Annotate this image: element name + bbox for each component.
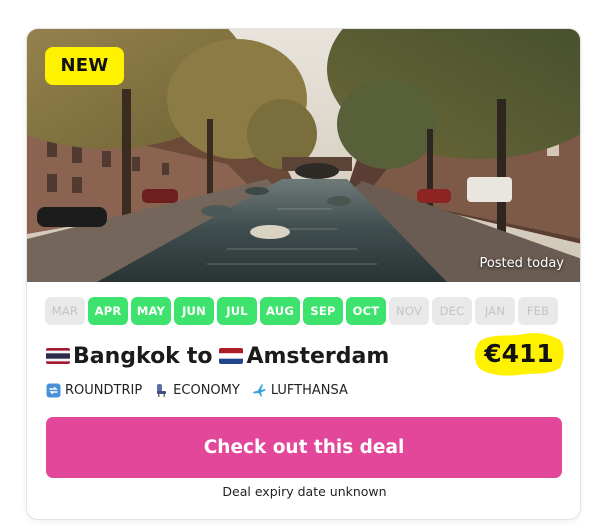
deal-tags: ROUNDTRIP ECONOMY LUFTHANSA <box>46 383 348 398</box>
tag-roundtrip: ROUNDTRIP <box>46 383 142 398</box>
deal-expiry-text: Deal expiry date unknown <box>222 484 387 499</box>
deal-card[interactable]: NEW Posted today MAR APR MAY JUN JUL AUG… <box>26 28 581 520</box>
month-aug: AUG <box>260 297 300 325</box>
route-title: Bangkok to Amsterdam <box>46 339 389 373</box>
airline-label: LUFTHANSA <box>270 383 348 398</box>
travel-months: MAR APR MAY JUN JUL AUG SEP OCT NOV DEC … <box>45 297 558 325</box>
month-jan: JAN <box>475 297 515 325</box>
roundtrip-arrows-icon <box>46 383 61 398</box>
route-connector: to <box>186 343 213 369</box>
new-badge: NEW <box>45 47 124 85</box>
tag-cabin: ECONOMY <box>154 383 240 398</box>
origin-city: Bangkok <box>73 343 180 369</box>
month-jun: JUN <box>174 297 214 325</box>
airplane-icon <box>252 383 267 398</box>
month-sep: SEP <box>303 297 343 325</box>
check-out-deal-button[interactable]: Check out this deal <box>46 417 562 478</box>
month-jul: JUL <box>217 297 257 325</box>
deal-price: €411 <box>484 339 554 368</box>
cabin-class-label: ECONOMY <box>173 383 240 398</box>
month-feb: FEB <box>518 297 558 325</box>
seat-icon <box>154 383 169 398</box>
trip-type-label: ROUNDTRIP <box>65 383 143 398</box>
tag-airline: LUFTHANSA <box>252 383 348 398</box>
month-nov: NOV <box>389 297 429 325</box>
month-may: MAY <box>131 297 171 325</box>
netherlands-flag-icon <box>219 348 244 364</box>
month-apr: APR <box>88 297 128 325</box>
deal-hero-image[interactable]: NEW Posted today <box>27 29 580 282</box>
thailand-flag-icon <box>46 348 70 364</box>
posted-date: Posted today <box>479 256 564 271</box>
price-tag: €411 <box>472 331 566 377</box>
month-mar: MAR <box>45 297 85 325</box>
month-oct: OCT <box>346 297 386 325</box>
month-dec: DEC <box>432 297 472 325</box>
destination-city: Amsterdam <box>246 343 390 369</box>
